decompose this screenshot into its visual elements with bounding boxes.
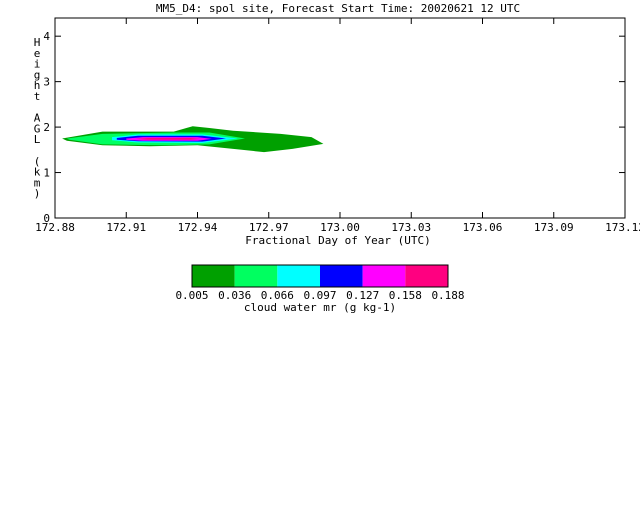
x-tick-label: 172.97 bbox=[249, 221, 289, 234]
x-tick-label: 172.91 bbox=[106, 221, 146, 234]
y-axis-label: Height AGL (k m) bbox=[34, 36, 41, 200]
colorbar-swatch-2 bbox=[277, 265, 320, 287]
contour-regions bbox=[62, 126, 324, 153]
x-tick-label: 172.94 bbox=[178, 221, 218, 234]
contour-region-5 bbox=[135, 138, 200, 140]
colorbar-tick-label: 0.188 bbox=[431, 289, 464, 302]
plot-frame bbox=[54, 17, 626, 219]
x-tick-label: 173.06 bbox=[463, 221, 503, 234]
y-tick-label: 0 bbox=[43, 212, 50, 225]
x-tick-label: 173.00 bbox=[320, 221, 360, 234]
colorbar-tick-label: 0.005 bbox=[175, 289, 208, 302]
colorbar-label: cloud water mr (g kg-1) bbox=[244, 301, 396, 314]
x-tick-label: 173.03 bbox=[391, 221, 431, 234]
colorbar-swatch-1 bbox=[234, 265, 278, 287]
contour-chart: MM5_D4: spol site, Forecast Start Time: … bbox=[34, 2, 640, 314]
x-axis: 172.88 172.91 172.94 172.97 173.00 173.03 173.… bbox=[35, 18, 640, 234]
x-tick-label: 173.12 bbox=[605, 221, 640, 234]
chart-title: MM5_D4: spol site, Forecast Start Time: … bbox=[156, 2, 520, 15]
colorbar-swatch-3 bbox=[320, 265, 363, 287]
colorbar-swatch-0 bbox=[192, 265, 235, 287]
y-tick-label: 1 bbox=[43, 167, 50, 180]
colorbar-swatch-5 bbox=[405, 265, 448, 287]
x-axis-label: Fractional Day of Year (UTC) bbox=[245, 234, 430, 247]
y-tick-label: 3 bbox=[43, 76, 50, 89]
x-tick-label: 172.88 bbox=[35, 221, 75, 234]
y-tick-label: 4 bbox=[43, 30, 50, 43]
colorbar-swatch-4 bbox=[362, 265, 406, 287]
colorbar: 0.005 0.036 0.066 0.097 0.127 0.158 0.188 bbox=[175, 264, 465, 302]
y-tick-label: 2 bbox=[43, 121, 50, 134]
x-tick-label: 173.09 bbox=[534, 221, 574, 234]
y-axis: 0 1 2 3 4 bbox=[43, 30, 625, 225]
